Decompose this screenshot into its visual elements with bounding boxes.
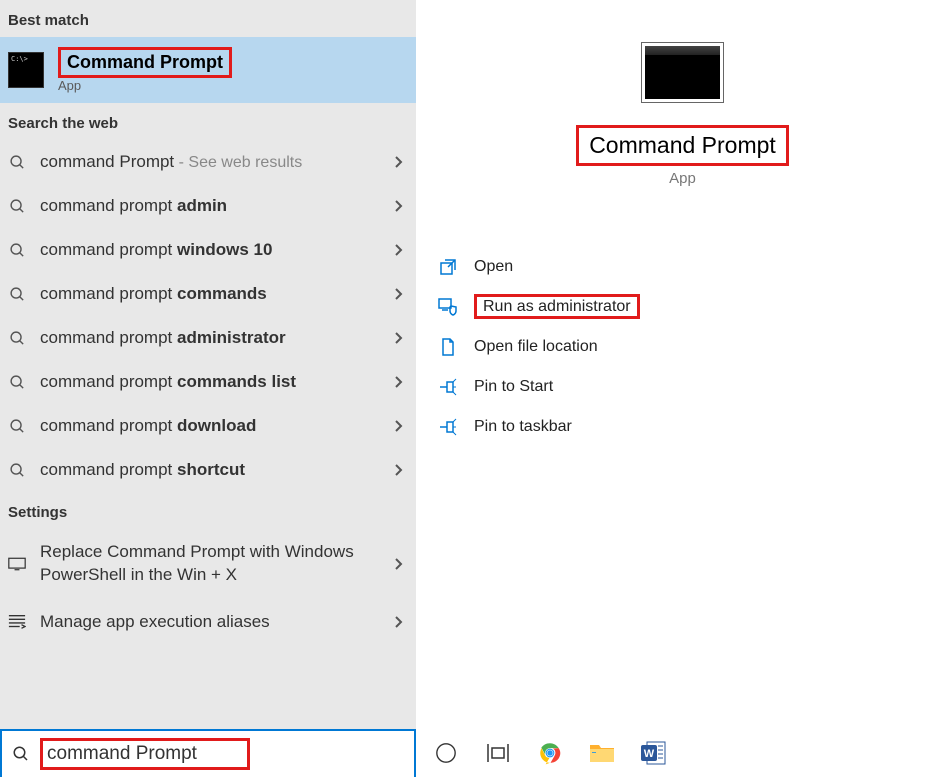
best-match-subtitle: App [58, 78, 232, 93]
chevron-right-icon [388, 287, 408, 301]
chevron-right-icon [388, 331, 408, 345]
settings-item-icon [8, 613, 26, 631]
web-result-text: command prompt commands [40, 284, 388, 304]
action-pin-to-start[interactable]: Pin to Start [432, 367, 933, 407]
settings-item[interactable]: Manage app execution aliases [0, 599, 416, 646]
web-result-text: command Prompt - See web results [40, 152, 388, 172]
search-icon [8, 462, 26, 479]
web-result-text: command prompt admin [40, 196, 388, 216]
cmd-icon [8, 52, 44, 88]
pin-icon [432, 378, 464, 396]
file-explorer-icon[interactable] [588, 739, 616, 767]
action-open-file-location[interactable]: Open file location [432, 327, 933, 367]
settings-header: Settings [0, 492, 416, 529]
search-icon [8, 418, 26, 435]
chevron-right-icon [388, 243, 408, 257]
open-icon [432, 258, 464, 276]
preview-title: Command Prompt [576, 125, 789, 166]
word-icon[interactable]: W [640, 739, 668, 767]
action-run-as-administrator[interactable]: Run as administrator [432, 287, 933, 327]
chevron-right-icon [388, 419, 408, 433]
chevron-right-icon [388, 375, 408, 389]
action-label: Run as administrator [474, 298, 640, 316]
web-result-item[interactable]: command prompt download [0, 404, 416, 448]
web-result-item[interactable]: command prompt administrator [0, 316, 416, 360]
preview-subtitle: App [669, 170, 696, 187]
web-result-text: command prompt windows 10 [40, 240, 388, 260]
task-view-icon[interactable] [484, 739, 512, 767]
best-match-header: Best match [0, 0, 416, 37]
search-icon [8, 286, 26, 303]
web-result-text: command prompt commands list [40, 372, 388, 392]
svg-text:W: W [644, 748, 655, 760]
action-label: Open [474, 258, 513, 276]
action-label: Open file location [474, 338, 598, 356]
pin-icon [432, 418, 464, 436]
settings-item-text: Replace Command Prompt with Windows Powe… [40, 541, 388, 587]
action-open[interactable]: Open [432, 247, 933, 287]
web-result-item[interactable]: command prompt windows 10 [0, 228, 416, 272]
web-result-text: command prompt administrator [40, 328, 388, 348]
search-icon [8, 242, 26, 259]
web-result-item[interactable]: command prompt shortcut [0, 448, 416, 492]
action-pin-to-taskbar[interactable]: Pin to taskbar [432, 407, 933, 447]
search-icon [8, 330, 26, 347]
search-icon [8, 374, 26, 391]
search-input-text[interactable]: command Prompt [40, 738, 250, 771]
web-result-item[interactable]: command Prompt - See web results [0, 140, 416, 184]
search-web-header: Search the web [0, 103, 416, 140]
search-icon [12, 745, 30, 763]
preview-cmd-icon [641, 42, 724, 103]
chevron-right-icon [388, 463, 408, 477]
web-result-item[interactable]: command prompt commands [0, 272, 416, 316]
web-result-text: command prompt download [40, 416, 388, 436]
action-label: Pin to Start [474, 378, 553, 396]
action-label: Pin to taskbar [474, 418, 572, 436]
web-result-text: command prompt shortcut [40, 460, 388, 480]
chevron-right-icon [388, 155, 408, 169]
chevron-right-icon [388, 557, 408, 571]
search-icon [8, 154, 26, 171]
chrome-icon[interactable] [536, 739, 564, 767]
web-result-item[interactable]: command prompt admin [0, 184, 416, 228]
folder-icon [432, 338, 464, 356]
settings-item[interactable]: Replace Command Prompt with Windows Powe… [0, 529, 416, 599]
taskbar: W [416, 729, 949, 777]
admin-icon [432, 298, 464, 316]
settings-item-text: Manage app execution aliases [40, 611, 388, 634]
settings-item-icon [8, 556, 26, 572]
chevron-right-icon [388, 199, 408, 213]
search-bar[interactable]: command Prompt [0, 729, 416, 777]
chevron-right-icon [388, 615, 408, 629]
best-match-title: Command Prompt [58, 47, 232, 78]
cortana-icon[interactable] [432, 739, 460, 767]
best-match-result[interactable]: Command Prompt App [0, 37, 416, 103]
web-result-item[interactable]: command prompt commands list [0, 360, 416, 404]
search-icon [8, 198, 26, 215]
